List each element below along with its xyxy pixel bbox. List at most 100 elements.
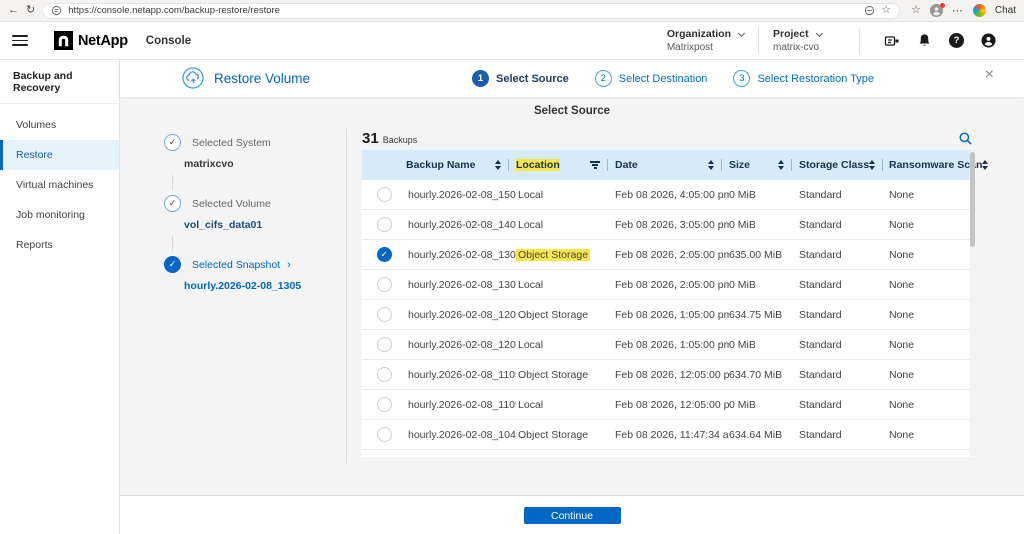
favorite-star-icon[interactable]: ☆ — [881, 5, 891, 16]
column-header[interactable]: Storage Class — [799, 150, 889, 180]
row-radio[interactable] — [377, 277, 392, 292]
size-cell: 634.75 MiB — [729, 309, 799, 321]
table-row[interactable]: hourly.2026-02-08_1305 Object Storage Fe… — [362, 240, 975, 270]
check-circle-icon — [164, 195, 181, 212]
wizard-steps: 1 Select Source 2 Select Destination 3 S… — [472, 70, 874, 87]
chevron-down-icon — [738, 29, 745, 36]
row-radio[interactable] — [377, 337, 392, 352]
sort-icon[interactable] — [778, 160, 784, 170]
location-cell: Local — [516, 279, 615, 291]
row-radio[interactable] — [377, 427, 392, 442]
row-radio[interactable] — [377, 367, 392, 382]
table-header-row: Backup Name Location Date Size Storage C… — [362, 150, 975, 180]
ransomware-scan-cell: None — [889, 369, 975, 381]
address-bar[interactable]: https://console.netapp.com/backup-restor… — [42, 3, 900, 19]
sidebar-item[interactable]: Job monitoring — [0, 200, 119, 230]
ransomware-scan-cell: None — [889, 339, 975, 351]
organization-selector[interactable]: Organization Matrixpost — [667, 28, 744, 53]
location-cell: Local — [516, 189, 615, 201]
size-cell: 0 MiB — [729, 279, 799, 291]
project-value: matrix-cvo — [773, 42, 845, 53]
wizard-step[interactable]: 2 Select Destination — [595, 70, 708, 87]
wizard-step[interactable]: 1 Select Source — [472, 70, 569, 87]
sidebar-item[interactable]: Virtual machines — [0, 170, 119, 200]
storage-class-cell: Standard — [799, 429, 889, 441]
wizard-body: Select Source Selected System matrixcvo … — [120, 97, 1024, 495]
search-icon[interactable] — [958, 131, 973, 146]
screen: ← ↻ https://console.netapp.com/backup-re… — [0, 0, 1024, 534]
location-cell: Object Storage — [516, 249, 615, 261]
sort-icon[interactable] — [869, 160, 875, 170]
column-header[interactable]: Location — [516, 150, 615, 180]
more-menu-icon[interactable]: ⋯ — [952, 4, 964, 17]
close-icon[interactable]: × — [985, 67, 994, 83]
section-title: Select Source — [120, 105, 1024, 119]
row-radio[interactable] — [377, 307, 392, 322]
size-cell: 0 MiB — [729, 189, 799, 201]
netapp-logo[interactable]: NetApp — [54, 31, 128, 50]
sidebar-item[interactable]: Volumes — [0, 110, 119, 140]
size-cell: 0 MiB — [729, 339, 799, 351]
site-info-icon[interactable] — [51, 5, 62, 16]
storage-class-cell: Standard — [799, 249, 889, 261]
favorites-bar-icon[interactable]: ☆ — [911, 5, 921, 16]
menu-icon[interactable] — [12, 35, 28, 46]
project-selector[interactable]: Project matrix-cvo — [773, 28, 845, 53]
row-radio[interactable] — [377, 187, 392, 202]
copilot-chat-label[interactable]: Chat — [995, 5, 1016, 16]
refresh-icon[interactable]: ↻ — [26, 5, 35, 16]
location-cell: Object Storage — [516, 309, 615, 321]
sidebar-item[interactable]: Restore — [0, 140, 119, 170]
size-cell: 634.64 MiB — [729, 429, 799, 441]
storage-class-cell: Standard — [799, 309, 889, 321]
column-header[interactable]: Ransomware Scan — [889, 150, 995, 180]
table-row[interactable]: hourly.2026-02-08_1505 Local Feb 08 2026… — [362, 180, 975, 210]
table-row[interactable]: hourly.2026-02-08_1105 Local Feb 08 2026… — [362, 390, 975, 420]
storage-class-cell: Standard — [799, 189, 889, 201]
storage-class-cell: Standard — [799, 219, 889, 231]
size-cell: 635.00 MiB — [729, 249, 799, 261]
progress-label: Selected Volume — [192, 198, 271, 210]
table-row[interactable]: hourly.2026-02-08_1405 Local Feb 08 2026… — [362, 210, 975, 240]
app-header: NetApp Console Organization Matrixpost P… — [0, 22, 1024, 60]
notifications-bell-icon[interactable] — [917, 33, 932, 48]
sidebar: Backup and Recovery Volumes Restore Virt… — [0, 60, 120, 534]
progress-item[interactable]: Selected Volume vol_cifs_data01 — [164, 195, 347, 256]
sidebar-item[interactable]: Reports — [0, 230, 119, 260]
table-row[interactable]: hourly.2026-02-08_1205 Object Storage Fe… — [362, 300, 975, 330]
wizard-title-text: Restore Volume — [214, 71, 310, 86]
table-row[interactable]: hourly.2026-02-08_1305 Local Feb 08 2026… — [362, 270, 975, 300]
row-radio[interactable] — [377, 397, 392, 412]
progress-value: matrixcvo — [184, 158, 347, 170]
progress-item[interactable]: Selected System matrixcvo — [164, 134, 347, 195]
sort-icon[interactable] — [708, 160, 714, 170]
browser-profile-avatar[interactable] — [930, 4, 943, 17]
scrollbar-thumb[interactable] — [970, 152, 975, 247]
sort-icon[interactable] — [495, 160, 501, 170]
column-header[interactable]: Backup Name — [406, 150, 516, 180]
column-header[interactable]: Date — [615, 150, 729, 180]
back-icon[interactable]: ← — [8, 5, 19, 16]
continue-button[interactable]: Continue — [524, 507, 621, 524]
filter-icon[interactable] — [590, 161, 600, 169]
wizard-step[interactable]: 3 Select Restoration Type — [733, 70, 874, 87]
help-icon[interactable]: ? — [949, 33, 964, 48]
ransomware-scan-cell: None — [889, 219, 975, 231]
chevron-right-icon: › — [287, 259, 291, 271]
table-scrollbar[interactable] — [970, 150, 975, 457]
table-row[interactable]: hourly.2026-02-08_1047 Object Storage Fe… — [362, 420, 975, 450]
table-row[interactable]: hourly.2026-02-08_1205 Local Feb 08 2026… — [362, 330, 975, 360]
user-profile-icon[interactable] — [981, 33, 996, 48]
browser-essentials-icon[interactable] — [864, 5, 875, 16]
workloads-icon[interactable] — [884, 33, 900, 49]
backups-table: 31 Backups Backup Name Location Date — [362, 127, 975, 495]
table-row[interactable]: hourly.2026-02-08_1105 Object Storage Fe… — [362, 360, 975, 390]
location-cell: Local — [516, 339, 615, 351]
sidebar-item-label: Reports — [16, 239, 53, 251]
column-header[interactable]: Size — [729, 150, 799, 180]
row-radio[interactable] — [377, 217, 392, 232]
copilot-icon[interactable] — [973, 4, 986, 17]
sort-icon[interactable] — [982, 160, 988, 170]
progress-item[interactable]: Selected Snapshot › hourly.2026-02-08_13… — [164, 256, 347, 292]
row-radio[interactable] — [377, 247, 392, 262]
